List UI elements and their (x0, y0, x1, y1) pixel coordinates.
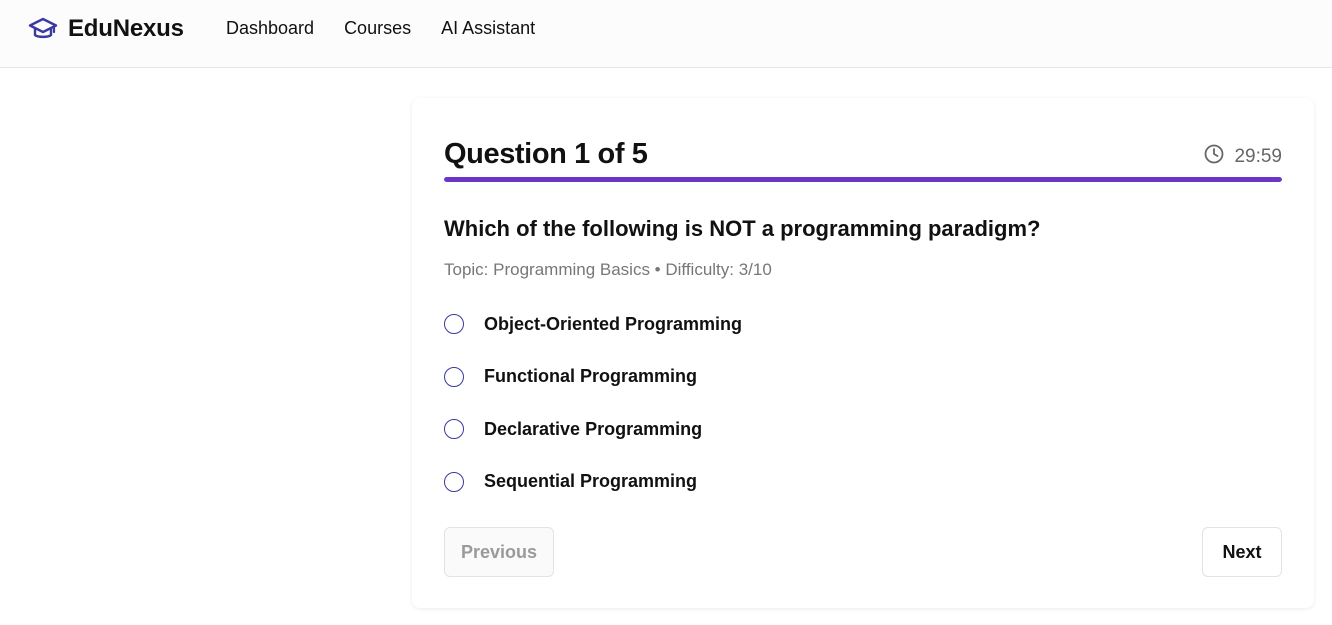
top-navbar: EduNexus Dashboard Courses AI Assistant (0, 0, 1332, 68)
answer-options: Object-Oriented Programming Functional P… (444, 308, 742, 518)
radio-button[interactable] (444, 471, 464, 492)
graduation-cap-icon (28, 15, 58, 43)
radio-button[interactable] (444, 314, 464, 334)
nav-link-dashboard[interactable]: Dashboard (226, 17, 314, 39)
answer-option[interactable]: Functional Programming (444, 361, 742, 393)
answer-option[interactable]: Declarative Programming (444, 413, 742, 445)
timer: 29:59 (1204, 144, 1282, 169)
answer-option-label: Declarative Programming (484, 418, 703, 439)
answer-option-label: Object-Oriented Programming (484, 313, 743, 334)
radio-button[interactable] (444, 366, 464, 387)
previous-button[interactable]: Previous (444, 527, 554, 577)
clock-icon (1204, 144, 1224, 169)
progress-fill (444, 177, 1282, 182)
main-nav: Dashboard Courses AI Assistant (226, 17, 535, 39)
question-meta: Topic: Programming Basics • Difficulty: … (444, 260, 772, 279)
quiz-card: Question 1 of 5 29:59 Which of the follo… (412, 98, 1314, 608)
answer-option-label: Sequential Programming (484, 471, 698, 491)
brand[interactable]: EduNexus (28, 14, 184, 44)
next-button[interactable]: Next (1202, 527, 1282, 577)
nav-link-courses[interactable]: Courses (344, 17, 411, 39)
question-text: Which of the following is NOT a programm… (444, 216, 1041, 241)
answer-option[interactable]: Sequential Programming (444, 466, 742, 498)
question-counter: Question 1 of 5 (444, 138, 648, 170)
answer-option[interactable]: Object-Oriented Programming (444, 308, 742, 340)
nav-link-ai-assistant[interactable]: AI Assistant (441, 17, 535, 39)
timer-value: 29:59 (1234, 145, 1282, 167)
question-header: Question 1 of 5 29:59 (444, 138, 1282, 174)
progress-bar (444, 177, 1282, 182)
answer-option-label: Functional Programming (484, 366, 698, 386)
radio-button[interactable] (444, 419, 464, 439)
brand-name: EduNexus (68, 15, 184, 42)
